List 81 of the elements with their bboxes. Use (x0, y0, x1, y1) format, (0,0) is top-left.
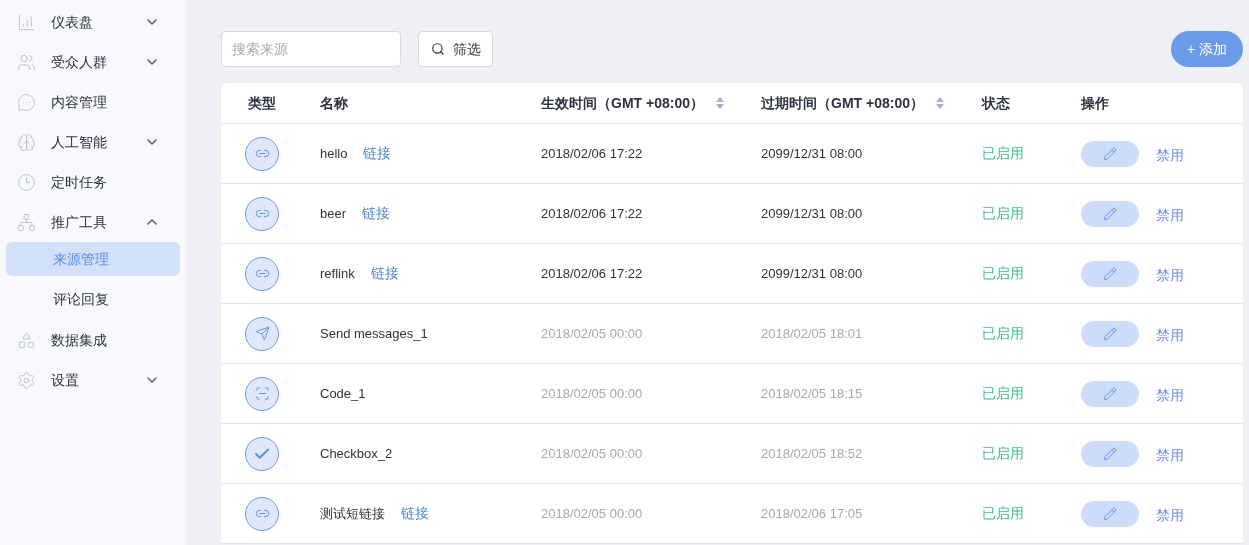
end-time: 2099/12/31 08:00 (761, 205, 863, 221)
status-text: 已启用 (982, 205, 1024, 221)
column-header: 过期时间（GMT +08:00） (761, 93, 924, 113)
sidebar-item[interactable]: 设置 (0, 360, 186, 400)
end-time: 2099/12/31 08:00 (761, 145, 863, 161)
settings-icon (17, 370, 36, 390)
link-tag: 链接 (370, 263, 399, 284)
pencil-icon (1103, 146, 1117, 161)
start-time: 2018/02/06 17:22 (541, 265, 643, 281)
link-icon (245, 196, 279, 231)
column-header: 类型 (248, 93, 276, 113)
status-text: 已启用 (982, 505, 1024, 521)
link-tag: 链接 (362, 203, 391, 224)
name-text: reflink (320, 264, 355, 283)
network-icon (17, 212, 36, 232)
link-icon (245, 256, 279, 291)
sidebar-item[interactable]: 受众人群 (0, 42, 186, 82)
status-text: 已启用 (982, 385, 1024, 401)
scan-icon (245, 376, 279, 411)
search-field[interactable]: 搜索来源 (221, 31, 401, 67)
status-text: 已启用 (982, 445, 1024, 461)
filter-button[interactable]: 筛选 (418, 31, 493, 67)
name-text: Checkbox_2 (320, 444, 393, 463)
sidebar-item[interactable]: 仪表盘 (0, 2, 186, 42)
sidebar-item[interactable]: 人工智能 (0, 122, 186, 162)
pencil-icon (1103, 326, 1117, 341)
edit-button[interactable] (1081, 320, 1139, 347)
start-time: 2018/02/05 00:00 (541, 325, 643, 341)
sidebar-item[interactable]: 内容管理 (0, 82, 186, 122)
name-text: 测试短链接 (320, 504, 385, 523)
end-time: 2018/02/05 18:01 (761, 325, 863, 341)
sidebar-subitem[interactable]: 评论回复 (6, 282, 180, 316)
status-text: 已启用 (982, 265, 1024, 281)
name-text: hello (320, 144, 348, 163)
sidebar-item[interactable]: 推广工具 (0, 202, 186, 242)
sidebar-item[interactable]: 数据集成 (0, 320, 186, 360)
clock-icon (17, 172, 36, 192)
search-icon (430, 42, 445, 56)
bar-chart-icon (17, 12, 36, 32)
check-icon (245, 436, 279, 471)
start-time: 2018/02/06 17:22 (541, 145, 643, 161)
edit-button[interactable] (1081, 260, 1139, 287)
link-icon (245, 136, 279, 171)
pencil-icon (1103, 266, 1117, 281)
name-text: Send messages_1 (320, 324, 428, 343)
pencil-icon (1103, 446, 1117, 461)
send-icon (245, 316, 279, 351)
name-text: beer (320, 204, 347, 223)
link-tag: 链接 (401, 503, 429, 524)
status-text: 已启用 (982, 145, 1024, 161)
edit-button[interactable] (1081, 200, 1139, 227)
sort-icon[interactable] (716, 97, 724, 109)
chat-bubble-icon (17, 92, 36, 112)
column-header: 操作 (1081, 93, 1109, 113)
start-time: 2018/02/05 00:00 (541, 445, 643, 461)
edit-button[interactable] (1081, 380, 1139, 407)
sidebar-item[interactable]: 定时任务 (0, 162, 186, 202)
link-icon (245, 496, 279, 531)
pencil-icon (1103, 506, 1117, 521)
end-time: 2018/02/05 18:15 (761, 385, 863, 401)
column-header: 名称 (320, 93, 348, 113)
brain-icon (17, 132, 36, 152)
edit-button[interactable] (1081, 500, 1139, 527)
edit-button[interactable] (1081, 440, 1139, 467)
end-time: 2099/12/31 08:00 (761, 265, 863, 281)
end-time: 2018/02/05 18:52 (761, 445, 863, 461)
name-text: Code_1 (320, 384, 366, 403)
pencil-icon (1103, 386, 1117, 401)
shapes-icon (17, 330, 36, 350)
link-tag: 链接 (363, 143, 392, 164)
column-header: 生效时间（GMT +08:00） (541, 93, 704, 113)
start-time: 2018/02/05 00:00 (541, 385, 643, 401)
pencil-icon (1103, 206, 1117, 221)
sort-icon[interactable] (936, 97, 944, 109)
start-time: 2018/02/06 17:22 (541, 205, 643, 221)
users-icon (17, 52, 36, 72)
end-time: 2018/02/06 17:05 (761, 505, 863, 521)
edit-button[interactable] (1081, 140, 1139, 167)
start-time: 2018/02/05 00:00 (541, 505, 643, 521)
column-header: 状态 (982, 93, 1010, 113)
status-text: 已启用 (982, 325, 1024, 341)
